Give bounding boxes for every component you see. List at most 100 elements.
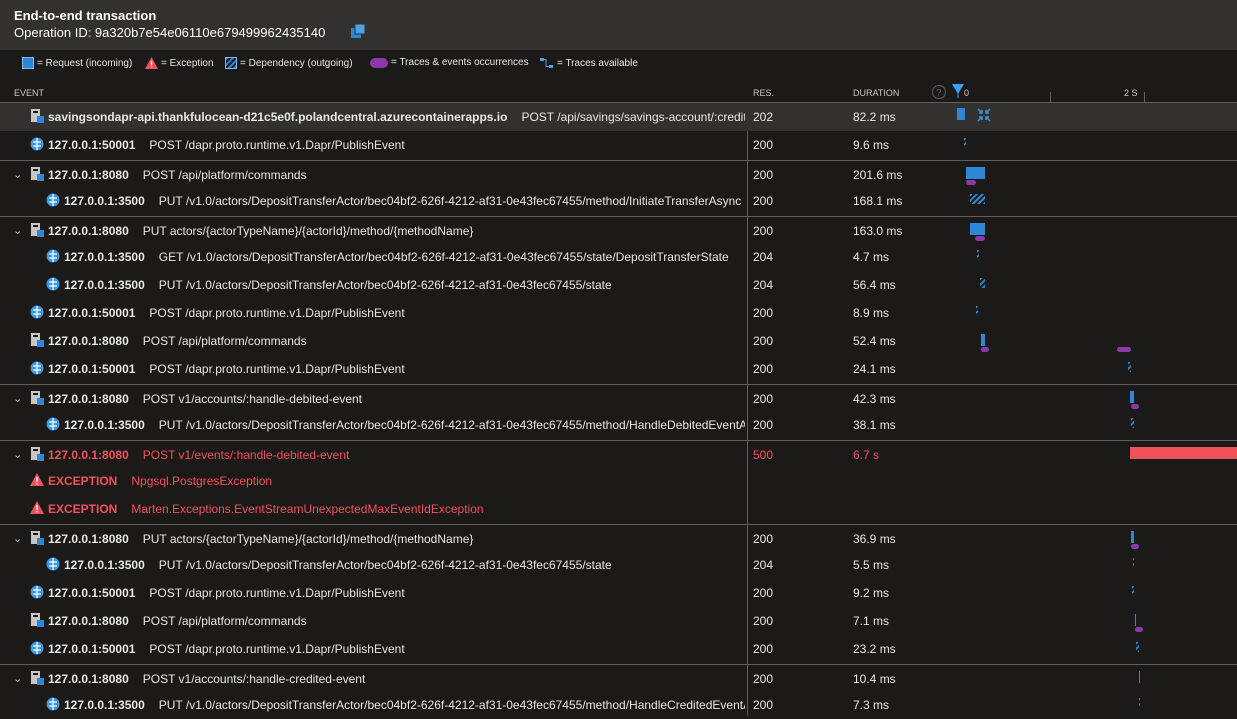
trace-occurrence-bar[interactable] [966,180,976,185]
chevron-down-icon[interactable]: ⌄ [13,168,22,181]
request-duration-bar[interactable] [1139,671,1140,683]
dependency-icon [46,249,60,263]
chevron-down-icon[interactable]: ⌄ [13,224,22,237]
table-row[interactable]: 127.0.0.1:3500 PUT /v1.0/actors/DepositTr… [0,187,1237,215]
duration: 36.9 ms [853,532,896,546]
request-icon [31,109,44,123]
col-event[interactable]: EVENT [14,88,44,98]
table-row[interactable]: ⌄ 127.0.0.1:8080 POST v1/accounts/:handle… [0,384,1237,412]
event-host: 127.0.0.1:8080 [48,672,129,686]
table-row[interactable]: ⌄ 127.0.0.1:8080 PUT actors/{actorTypeNam… [0,216,1237,244]
table-row[interactable]: 127.0.0.1:3500 PUT /v1.0/actors/DepositTr… [0,691,1237,719]
trace-occurrence-bar[interactable] [1117,347,1131,352]
response-code: 200 [753,586,774,600]
traces-swatch-icon [370,57,388,68]
table-row[interactable]: 127.0.0.1:50001 POST /dapr.proto.runtime.… [0,355,1237,383]
help-icon[interactable]: ? [931,84,947,100]
request-duration-bar[interactable] [966,167,985,179]
event-host: 127.0.0.1:3500 [64,558,145,572]
event-name: POST /dapr.proto.runtime.v1.Dapr/Publish… [149,586,405,600]
table-row[interactable]: 127.0.0.1:50001 POST /dapr.proto.runtime.… [0,299,1237,327]
exception-icon [30,473,44,486]
table-row[interactable]: ⌄ 127.0.0.1:8080 POST /api/platform/comma… [0,160,1237,188]
exception-row[interactable]: EXCEPTION Npgsql.PostgresException [0,467,1237,495]
chevron-down-icon[interactable]: ⌄ [13,392,22,405]
legend-traces-occurrences: = Traces & events occurrences [370,57,529,68]
col-res[interactable]: RES. [753,88,774,98]
event-name: GET /v1.0/actors/DepositTransferActor/be… [158,250,729,264]
response-code: 200 [753,392,774,406]
dependency-duration-bar[interactable] [1131,418,1134,428]
trace-occurrence-bar[interactable] [975,236,985,241]
dependency-duration-bar[interactable] [976,306,978,316]
table-row[interactable]: ⌄ 127.0.0.1:8080 POST v1/events/:handle-d… [0,440,1237,468]
table-row[interactable]: 127.0.0.1:3500 GET /v1.0/actors/DepositTr… [0,243,1237,271]
chevron-down-icon[interactable]: ⌄ [13,532,22,545]
dependency-duration-bar[interactable] [1139,698,1140,708]
request-icon [31,167,44,181]
table-row[interactable]: 127.0.0.1:50001 POST /dapr.proto.runtime.… [0,131,1237,159]
duration: 52.4 ms [853,334,896,348]
trace-occurrence-bar[interactable] [1135,627,1143,632]
request-duration-bar[interactable] [1135,614,1136,626]
table-row[interactable]: 127.0.0.1:50001 POST /dapr.proto.runtime.… [0,635,1237,663]
trace-occurrence-bar[interactable] [1131,404,1139,409]
event-host: 127.0.0.1:50001 [48,362,136,376]
table-row[interactable]: 127.0.0.1:50001 POST /dapr.proto.runtime.… [0,579,1237,607]
duration: 82.2 ms [853,110,896,124]
chevron-down-icon[interactable]: ⌄ [13,448,22,461]
dependency-duration-bar[interactable] [964,138,966,148]
legend: = Request (incoming) = Exception = Depen… [0,52,1237,76]
event-name: PUT /v1.0/actors/DepositTransferActor/be… [158,418,745,432]
tick-label-0: 0 [964,88,970,98]
response-code: 200 [753,306,774,320]
event-host: 127.0.0.1:3500 [64,194,145,208]
svg-text:?: ? [936,88,941,98]
exception-label: EXCEPTION [48,474,118,488]
traces-available-icon [540,58,553,68]
table-row[interactable]: 127.0.0.1:3500 PUT /v1.0/actors/DepositTr… [0,411,1237,439]
error-duration-bar[interactable] [1130,447,1237,459]
event-host: 127.0.0.1:8080 [48,392,129,406]
event-host: 127.0.0.1:50001 [48,586,136,600]
request-duration-bar[interactable] [1131,531,1134,543]
request-duration-bar[interactable] [970,223,985,235]
response-code: 204 [753,558,774,572]
column-headers: EVENT RES. DURATION ? 0 2 S [0,84,1237,103]
request-duration-bar[interactable] [1130,391,1134,403]
collapse-icon[interactable] [977,108,991,122]
dependency-duration-bar[interactable] [1133,558,1134,568]
response-code: 200 [753,138,774,152]
copy-icon[interactable] [350,23,366,39]
table-row[interactable]: 127.0.0.1:8080 POST /api/platform/command… [0,327,1237,355]
event-host: 127.0.0.1:8080 [48,334,129,348]
request-duration-bar[interactable] [981,334,985,346]
request-icon [31,613,44,627]
col-duration[interactable]: DURATION [853,88,899,98]
exception-row[interactable]: EXCEPTION Marten.Exceptions.EventStreamUn… [0,495,1237,523]
table-row[interactable]: 127.0.0.1:3500 PUT /v1.0/actors/DepositTr… [0,271,1237,299]
request-duration-bar[interactable] [957,108,965,120]
table-row[interactable]: 127.0.0.1:3500 PUT /v1.0/actors/DepositTr… [0,551,1237,579]
chevron-down-icon[interactable]: ⌄ [13,672,22,685]
dependency-duration-bar[interactable] [1136,642,1139,652]
request-icon [31,223,44,237]
duration: 5.5 ms [853,558,890,572]
table-row[interactable]: ⌄ 127.0.0.1:8080 PUT actors/{actorTypeNam… [0,524,1237,552]
table-row[interactable]: savingsondapr-api.thankfulocean-d21c5e0f… [0,103,1237,131]
duration: 7.3 ms [853,698,890,712]
dependency-duration-bar[interactable] [980,278,985,288]
timeline-marker-icon[interactable] [952,84,964,98]
dependency-icon [46,277,60,291]
trace-occurrence-bar[interactable] [1131,544,1139,549]
dependency-duration-bar[interactable] [1132,586,1134,596]
trace-occurrence-bar[interactable] [981,347,989,352]
table-row[interactable]: 127.0.0.1:8080 POST /api/platform/command… [0,607,1237,635]
table-row[interactable]: ⌄ 127.0.0.1:8080 POST v1/accounts/:handle… [0,664,1237,692]
dependency-duration-bar[interactable] [1128,362,1131,372]
response-code: 200 [753,698,774,712]
event-name: POST /dapr.proto.runtime.v1.Dapr/Publish… [149,362,405,376]
dependency-duration-bar[interactable] [970,194,985,204]
dependency-duration-bar[interactable] [977,250,979,260]
response-code: 200 [753,168,774,182]
